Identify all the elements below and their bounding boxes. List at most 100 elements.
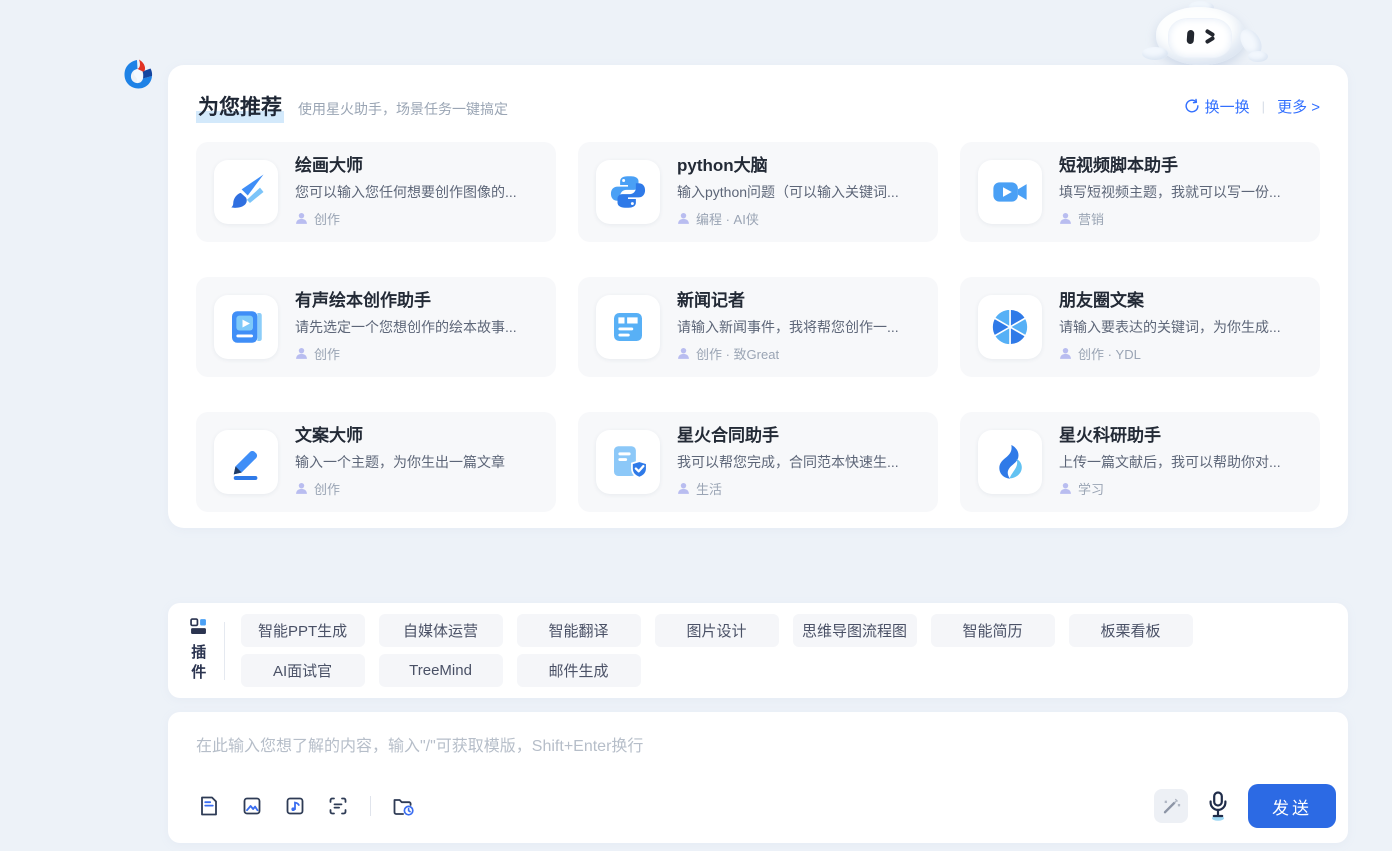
audio-book-icon [214,295,278,359]
refresh-icon [1184,98,1200,114]
plugin-label-text: 插件 [191,643,207,684]
send-button[interactable]: 发送 [1248,784,1336,828]
plugin-chip-ai-interviewer[interactable]: AI面试官 [241,654,365,687]
person-icon [295,347,308,360]
plugin-grid-icon [190,618,207,635]
scan-icon [326,794,350,818]
assistant-card-short-video[interactable]: 短视频脚本助手 填写短视频主题，我就可以写一份... 营销 [960,142,1320,242]
video-camera-icon [978,160,1042,224]
assistant-card-moments-copy[interactable]: 朋友圈文案 请输入要表达的关键词，为你生成... 创作 · YDL [960,277,1320,377]
assistant-title: 短视频脚本助手 [1059,156,1281,176]
aperture-icon [978,295,1042,359]
assistant-tag-text: 编程 · AI侠 [696,209,759,228]
person-icon [1059,212,1072,225]
assistant-tag-text: 学习 [1078,479,1104,498]
assistant-title: 朋友圈文案 [1059,291,1281,311]
assistant-tag-text: 营销 [1078,209,1104,228]
assistant-card-news-reporter[interactable]: 新闻记者 请输入新闻事件，我将帮您创作一... 创作 · 致Great [578,277,938,377]
assistant-card-python-brain[interactable]: python大脑 输入python问题（可以输入关键词... 编程 · AI侠 [578,142,938,242]
upload-document-button[interactable] [196,793,222,819]
assistant-tag-text: 创作 [314,344,340,363]
assistant-card-audio-book[interactable]: 有声绘本创作助手 请先选定一个您想创作的绘本故事... 创作 [196,277,556,377]
plugin-chip-ppt[interactable]: 智能PPT生成 [241,614,365,647]
person-icon [1059,482,1072,495]
page-title: 为您推荐 [196,91,284,123]
file-history-button[interactable] [390,793,416,819]
microphone-button[interactable] [1203,789,1233,823]
ocr-scan-button[interactable] [325,793,351,819]
person-icon [677,347,690,360]
plugin-chip-email[interactable]: 邮件生成 [517,654,641,687]
assistant-desc: 请先选定一个您想创作的绘本故事... [295,317,517,337]
recommend-panel: 为您推荐 使用星火助手，场景任务一键搞定 换一换 | 更多 > [168,65,1348,528]
magic-wand-button[interactable] [1154,789,1188,823]
paint-brush-icon [214,160,278,224]
plugin-label: 插件 [184,618,214,684]
assistant-title: 星火科研助手 [1059,426,1281,446]
assistant-desc: 输入python问题（可以输入关键词... [677,182,899,202]
iflytek-spark-logo[interactable] [123,58,153,90]
plugin-divider [224,622,225,680]
assistant-tags: 创作 · 致Great [677,344,899,363]
file-history-icon [390,794,416,818]
plugin-chip-media[interactable]: 自媒体运营 [379,614,503,647]
assistant-tags: 营销 [1059,209,1281,228]
assistant-card-grid: 绘画大师 您可以输入您任何想要创作图像的... 创作 python大脑 [196,142,1320,512]
newspaper-icon [596,295,660,359]
mascot-left-eye [1187,30,1195,44]
plugin-chip-treemind[interactable]: TreeMind [379,654,503,687]
assistant-title: 有声绘本创作助手 [295,291,517,311]
mascot-right-hand [1248,51,1268,62]
plugin-chip-banli-board[interactable]: 板栗看板 [1069,614,1193,647]
assistant-desc: 您可以输入您任何想要创作图像的... [295,182,517,202]
person-icon [295,212,308,225]
assistant-card-copy-master[interactable]: 文案大师 输入一个主题，为你生出一篇文章 创作 [196,412,556,512]
assistant-desc: 填写短视频主题，我就可以写一份... [1059,182,1281,202]
mascot-left-hand [1142,47,1168,60]
assistant-desc: 请输入新闻事件，我将帮您创作一... [677,317,899,337]
person-icon [677,212,690,225]
plugin-chip-translate[interactable]: 智能翻译 [517,614,641,647]
assistant-card-research-helper[interactable]: 星火科研助手 上传一篇文献后，我可以帮助你对... 学习 [960,412,1320,512]
person-icon [295,482,308,495]
assistant-desc: 上传一篇文献后，我可以帮助你对... [1059,452,1281,472]
message-input[interactable] [196,732,1116,776]
spark-logo-icon [123,58,153,90]
image-file-icon [240,794,264,818]
page-subtitle: 使用星火助手，场景任务一键搞定 [298,99,508,119]
plugin-chip-image-design[interactable]: 图片设计 [655,614,779,647]
toolbar-divider [370,796,371,816]
assistant-tags: 创作 [295,344,517,363]
assistant-tags: 创作 · YDL [1059,344,1281,363]
refresh-label: 换一换 [1205,96,1250,117]
assistant-card-contract-helper[interactable]: 星火合同助手 我可以帮您完成，合同范本快速生... 生活 [578,412,938,512]
assistant-tags: 生活 [677,479,899,498]
more-label: 更多 > [1277,96,1320,117]
contract-shield-icon [596,430,660,494]
assistant-tag-text: 创作 [314,209,340,228]
document-icon [197,794,221,818]
pencil-icon [214,430,278,494]
upload-audio-button[interactable] [282,793,308,819]
microphone-icon [1204,790,1232,822]
composer-right-tools: 发送 [1154,784,1336,828]
assistant-title: 文案大师 [295,426,505,446]
person-icon [677,482,690,495]
assistant-tags: 编程 · AI侠 [677,209,899,228]
plugin-chip-resume[interactable]: 智能简历 [931,614,1055,647]
more-button[interactable]: 更多 > [1277,96,1320,117]
assistant-tag-text: 生活 [696,479,722,498]
plugin-chip-mindmap[interactable]: 思维导图流程图 [793,614,917,647]
actions-divider: | [1262,99,1265,114]
assistant-desc: 输入一个主题，为你生出一篇文章 [295,452,505,472]
refresh-button[interactable]: 换一换 [1184,96,1250,117]
assistant-title: python大脑 [677,156,899,176]
assistant-desc: 我可以帮您完成，合同范本快速生... [677,452,899,472]
upload-image-button[interactable] [239,793,265,819]
audio-file-icon [283,794,307,818]
attachment-icons [196,793,416,819]
assistant-card-paint-master[interactable]: 绘画大师 您可以输入您任何想要创作图像的... 创作 [196,142,556,242]
assistant-desc: 请输入要表达的关键词，为你生成... [1059,317,1281,337]
assistant-title: 新闻记者 [677,291,899,311]
assistant-tags: 创作 [295,209,517,228]
